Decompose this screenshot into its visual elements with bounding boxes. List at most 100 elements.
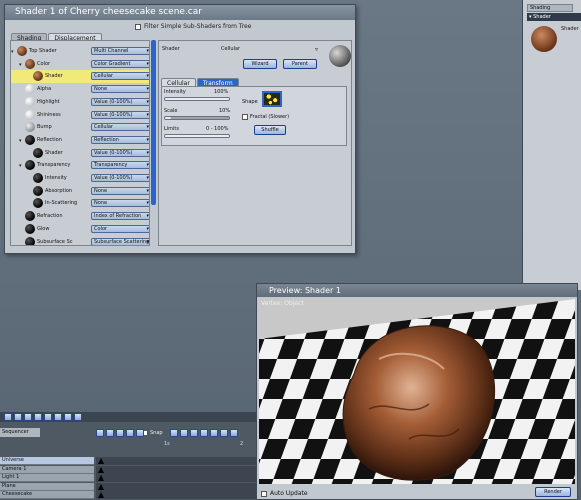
transport-button[interactable] xyxy=(74,413,82,421)
tree-row-dropdown[interactable]: Color Gradient xyxy=(91,59,149,68)
tree-row-label: Intensity xyxy=(45,175,67,181)
tree-row-dropdown[interactable]: Cellular xyxy=(91,123,149,132)
timeline-tool-button[interactable] xyxy=(170,429,178,437)
tree-row-dropdown[interactable]: Transparency xyxy=(91,161,149,170)
timeline-tool-button[interactable] xyxy=(106,429,114,437)
checkbox-icon[interactable] xyxy=(135,23,141,30)
tree-row-dropdown[interactable]: Index of Refraction xyxy=(91,212,149,221)
window-title[interactable]: Shader 1 of Cherry cheesecake scene.car xyxy=(5,5,355,20)
tree-row[interactable]: Glow Color xyxy=(11,223,149,236)
transport-button[interactable] xyxy=(44,413,52,421)
snap-toggle[interactable]: Snap xyxy=(142,430,163,436)
filter-label: Filter Simple Sub-Shaders from Tree xyxy=(144,23,252,30)
keyframe-marker[interactable] xyxy=(98,483,104,490)
tree-row-dropdown[interactable]: Reflection xyxy=(91,135,149,144)
timeline-tool-button[interactable] xyxy=(200,429,208,437)
tree-row[interactable]: Highlight Value (0-100%) xyxy=(11,96,149,109)
scale-slider[interactable] xyxy=(164,116,230,120)
timeline-tool-button[interactable] xyxy=(136,429,144,437)
checkbox-icon[interactable] xyxy=(242,114,248,120)
expand-toggle-icon[interactable]: ▾ xyxy=(19,163,22,169)
timeline-track[interactable]: Plane xyxy=(0,482,94,491)
timeline-tool-button[interactable] xyxy=(116,429,124,437)
keyframe-marker[interactable] xyxy=(98,466,104,473)
wizard-button[interactable]: Wizard xyxy=(243,59,277,69)
transport-button[interactable] xyxy=(14,413,22,421)
fractal-checkbox[interactable]: Fractal (Slower) xyxy=(242,114,289,120)
checkbox-icon[interactable] xyxy=(261,490,267,497)
tree-row[interactable]: Alpha None xyxy=(11,83,149,96)
tree-row-dropdown[interactable]: Value (0-100%) xyxy=(91,174,149,182)
timeline-tool-button[interactable] xyxy=(210,429,218,437)
timeline-track[interactable]: Camera 1 xyxy=(0,465,94,474)
tree-row-dropdown[interactable]: None xyxy=(91,186,149,195)
palette-tab-shading[interactable]: Shading xyxy=(527,4,573,12)
tree-row[interactable]: Intensity Value (0-100%) xyxy=(11,172,149,185)
collapse-icon[interactable]: ▿ xyxy=(315,46,318,53)
timeline-tool-button[interactable] xyxy=(180,429,188,437)
tree-row-dropdown[interactable]: Color xyxy=(91,224,149,233)
palette-section-header[interactable]: ▾ Shader xyxy=(527,13,581,21)
shape-swatch[interactable] xyxy=(262,91,282,107)
tree-row[interactable]: ▾ Color Color Gradient xyxy=(11,58,149,71)
transport-button[interactable] xyxy=(64,413,72,421)
tree-row-dropdown[interactable]: None xyxy=(91,85,149,94)
intensity-slider[interactable] xyxy=(164,97,230,101)
timeline-track[interactable]: Light 1 xyxy=(0,474,94,482)
tree-row[interactable]: Shininess Value (0-100%) xyxy=(11,109,149,122)
tree-row-dropdown[interactable]: None xyxy=(91,199,149,208)
timeline-tool-button[interactable] xyxy=(220,429,228,437)
timeline-track[interactable]: Universe xyxy=(0,457,94,465)
tree-row-dropdown[interactable]: Value (0-100%) xyxy=(91,97,149,106)
tree-row[interactable]: Refraction Index of Refraction xyxy=(11,210,149,223)
transport-button[interactable] xyxy=(4,413,12,421)
preview-footer: Auto Update xyxy=(261,490,308,497)
parent-button[interactable]: Parent xyxy=(283,59,317,69)
transport-button[interactable] xyxy=(54,413,62,421)
timeline-tool-button[interactable] xyxy=(96,429,104,437)
timeline-lane[interactable] xyxy=(96,465,256,474)
tree-row[interactable]: Bump Cellular xyxy=(11,121,149,134)
keyframe-marker[interactable] xyxy=(98,492,104,498)
tree-row[interactable]: Subsurface Sc Subsurface Scattering xyxy=(11,236,149,245)
tree-row[interactable]: In-Scattering None xyxy=(11,197,149,210)
transport-button[interactable] xyxy=(34,413,42,421)
expand-toggle-icon[interactable]: ▾ xyxy=(19,138,22,144)
tree-row-dropdown[interactable]: Multi Channel xyxy=(91,47,149,55)
tree-row[interactable]: Shader Cellular xyxy=(11,70,149,84)
keyframe-marker[interactable] xyxy=(98,458,104,464)
transport-button[interactable] xyxy=(24,413,32,421)
timeline-tool-button[interactable] xyxy=(126,429,134,437)
tree-row-dropdown[interactable]: Cellular xyxy=(91,72,149,81)
tree-row[interactable]: Absorption None xyxy=(11,185,149,198)
filter-subshaders-checkbox[interactable]: Filter Simple Sub-Shaders from Tree xyxy=(135,23,251,30)
tree-row-dropdown[interactable]: Value (0-100%) xyxy=(91,110,149,119)
timeline-lane[interactable] xyxy=(96,474,256,482)
preview-title[interactable]: Preview: Shader 1 xyxy=(257,284,577,297)
timeline-track[interactable]: Cheesecake xyxy=(0,491,94,499)
mode-select[interactable]: Sequencer xyxy=(0,428,40,437)
tree-scrollbar[interactable] xyxy=(151,40,156,205)
timeline-lane[interactable] xyxy=(96,491,256,499)
tree-row[interactable]: ▾ Transparency Transparency xyxy=(11,159,149,172)
tree-row-dropdown[interactable]: Subsurface Scattering xyxy=(91,237,149,245)
tree-row-label: Subsurface Sc xyxy=(37,238,73,245)
timeline-tool-button[interactable] xyxy=(230,429,238,437)
timeline-tool-button[interactable] xyxy=(190,429,198,437)
tree-row[interactable]: ▾ Top Shader Multi Channel xyxy=(11,45,149,58)
tree-row[interactable]: Shader Value (0-100%) xyxy=(11,147,149,160)
shuffle-button[interactable]: Shuffle xyxy=(254,125,286,135)
shader-orb-icon xyxy=(33,173,43,183)
tree-row[interactable]: ▾ Reflection Reflection xyxy=(11,134,149,147)
preview-render-canvas[interactable]: Vertex: Object xyxy=(259,299,575,484)
expand-toggle-icon[interactable]: ▾ xyxy=(19,62,22,68)
keyframe-marker[interactable] xyxy=(98,475,104,481)
timeline-lane[interactable] xyxy=(96,482,256,491)
render-button[interactable]: Render xyxy=(535,487,571,497)
shader-thumbnail[interactable] xyxy=(531,26,557,52)
tree-row-dropdown[interactable]: Value (0-100%) xyxy=(91,148,149,157)
auto-update-checkbox[interactable]: Auto Update xyxy=(261,490,308,497)
expand-toggle-icon[interactable]: ▾ xyxy=(11,49,14,55)
timeline-lane[interactable] xyxy=(96,457,256,465)
limits-slider[interactable] xyxy=(164,134,230,138)
